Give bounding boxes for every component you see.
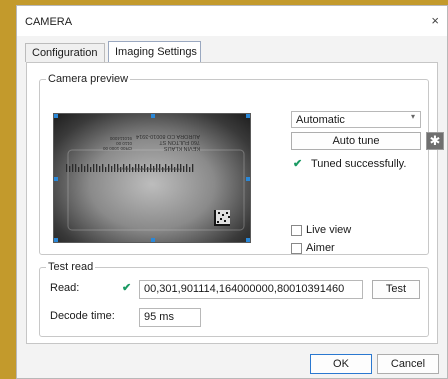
tuning-mode-value: Automatic [296,114,345,126]
tune-success-check-icon: ✔ [293,158,303,170]
live-view-checkbox-box[interactable] [291,224,302,236]
label-city: AURORA CO 80010-3914 [136,133,200,139]
decode-time-field[interactable]: 95 ms [139,308,201,327]
crop-handle-left[interactable] [54,177,58,181]
settings-button[interactable]: ✱ [426,132,444,150]
aimer-checkbox[interactable]: Aimer [291,242,335,254]
window-title: CAMERA [25,16,73,28]
title-bar: CAMERA × [17,6,447,36]
test-read-legend: Test read [46,261,96,273]
gear-icon: ✱ [429,133,441,148]
tune-status-text: Tuned successfully. [311,158,407,170]
test-button[interactable]: Test [372,280,420,299]
datamatrix-code [214,210,230,226]
crop-handle-bottom-left[interactable] [54,238,58,242]
camera-preview-legend: Camera preview [46,73,131,85]
crop-handle-top-right[interactable] [246,114,250,118]
close-icon[interactable]: × [431,13,439,28]
crop-handle-bottom[interactable] [151,238,155,242]
read-success-check-icon: ✔ [122,282,132,294]
tuning-mode-select[interactable]: Automatic ▾ [291,111,421,128]
test-read-group: Test read Read: ✔ 00,301,901114,16400000… [39,261,429,337]
read-label: Read: [50,282,80,294]
ok-button[interactable]: OK [310,354,372,374]
crop-handle-top-left[interactable] [54,114,58,118]
scanned-label-graphic: Printed with a demonstration copy of ...… [66,133,245,231]
crop-handle-bottom-right[interactable] [246,238,250,242]
camera-preview-group: Camera preview Printed with a demonstrat… [39,73,444,255]
imaging-settings-panel: Camera preview Printed with a demonstrat… [26,62,444,344]
cancel-button[interactable]: Cancel [377,354,439,374]
crop-handle-right[interactable] [246,177,250,181]
decode-time-label: Decode time: [50,310,115,322]
aimer-label: Aimer [306,242,335,254]
auto-tune-button[interactable]: Auto tune [291,132,421,150]
aimer-checkbox-box[interactable] [291,242,302,254]
label-code-3: 910114000 [109,136,132,141]
crop-handle-top[interactable] [151,114,155,118]
chevron-down-icon: ▾ [410,112,415,121]
label-printed-note: Printed with a demonstration copy of ... [113,167,182,172]
camera-dialog: CAMERA × Configuration Imaging Settings … [16,5,448,379]
camera-preview-image: Printed with a demonstration copy of ...… [53,113,251,243]
tab-configuration[interactable]: Configuration [25,43,105,62]
read-result-field[interactable]: 00,301,901114,164000000,80010391460 [139,280,363,299]
live-view-checkbox[interactable]: Live view [291,224,351,236]
live-view-label: Live view [306,224,352,236]
tab-imaging-settings[interactable]: Imaging Settings [108,41,201,62]
